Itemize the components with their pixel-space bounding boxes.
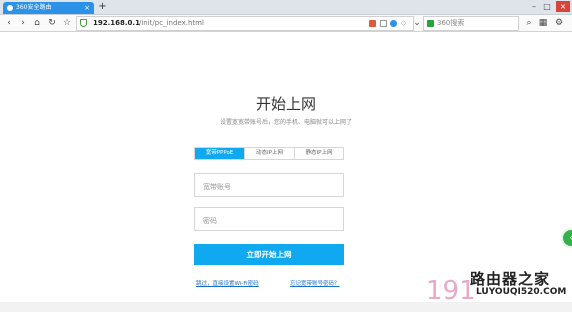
watermark-cn-text: 路由器之家	[470, 270, 551, 288]
tab-close-icon[interactable]: ×	[84, 2, 90, 14]
search-engine-icon	[427, 20, 434, 27]
tab-static-ip[interactable]: 静态IP上网	[295, 148, 343, 159]
close-window-button[interactable]: ×	[556, 1, 570, 12]
forward-button[interactable]: ›	[17, 15, 29, 31]
reader-icon[interactable]	[380, 20, 387, 27]
shield-icon	[80, 19, 87, 27]
browser-tab[interactable]: 360安全路由 ×	[3, 2, 94, 14]
address-path: /init/pc_index.html	[139, 19, 204, 27]
watermark-number: 191	[426, 276, 476, 306]
reload-button[interactable]: ↻	[46, 15, 58, 31]
favorite-button[interactable]: ☆	[61, 15, 73, 31]
tab-bar: 360安全路由 × + – □ ×	[0, 0, 572, 15]
home-button[interactable]: ⌂	[31, 15, 43, 31]
apps-icon[interactable]: ▦	[537, 15, 549, 31]
shield-check-icon[interactable]: ◇	[400, 20, 407, 27]
page-subtitle: 设置宽宽带账号后，您的手机、电脑就可以上网了	[219, 119, 352, 126]
account-input[interactable]	[203, 176, 333, 198]
skip-link[interactable]: 跳过，直接设置Wi-Fi密码	[196, 279, 259, 287]
page-title: 开始上网	[255, 95, 316, 113]
watermark: 191 路由器之家 LUYOUQI520.COM	[424, 268, 572, 308]
ie-mode-icon[interactable]	[390, 20, 397, 27]
tab-title: 360安全路由	[16, 4, 52, 11]
maximize-button[interactable]: □	[542, 1, 552, 12]
search-box[interactable]: 360搜索	[423, 16, 519, 31]
minimize-button[interactable]: –	[529, 1, 539, 12]
password-input[interactable]	[203, 210, 333, 232]
settings-icon[interactable]: ⚙	[553, 15, 565, 31]
addon-icon[interactable]	[369, 20, 376, 27]
connection-type-tabs: 宽带PPPoE 动态IP上网 静态IP上网	[194, 147, 344, 160]
back-button[interactable]: ‹	[3, 15, 15, 31]
address-host: 192.168.0.1	[93, 19, 140, 27]
search-placeholder: 360搜索	[437, 19, 465, 27]
address-bar[interactable]: 192.168.0.1 /init/pc_index.html ◇	[76, 16, 414, 31]
address-dropdown-icon[interactable]: ⌄	[411, 15, 423, 31]
password-field	[194, 207, 344, 232]
watermark-url: LUYOUQI520.COM	[476, 287, 567, 297]
forgot-account-link[interactable]: 忘记宽带账号密码？	[290, 279, 340, 287]
connect-button[interactable]: 立即开始上网	[194, 244, 344, 265]
tab-favicon-icon	[7, 5, 13, 11]
search-icon[interactable]: ⌕	[523, 15, 535, 31]
account-field	[194, 173, 344, 198]
tab-pppoe[interactable]: 宽带PPPoE	[195, 148, 245, 159]
browser-toolbar: ‹ › ⌂ ↻ ☆ 192.168.0.1 /init/pc_index.htm…	[0, 15, 572, 32]
tab-dynamic-ip[interactable]: 动态IP上网	[245, 148, 295, 159]
new-tab-button[interactable]: +	[97, 1, 108, 13]
